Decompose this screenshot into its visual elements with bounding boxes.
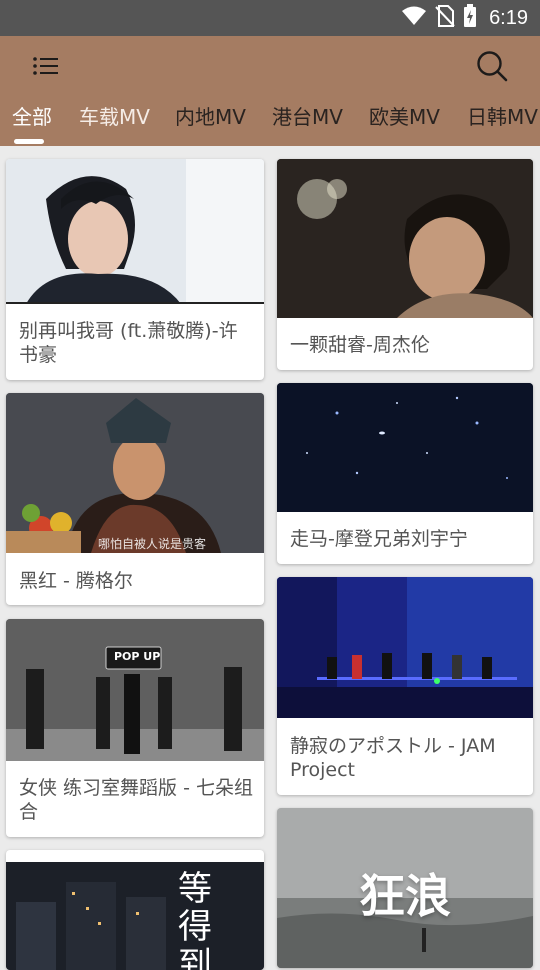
mv-title: 黑红 - 腾格尔 [19,570,133,592]
mv-thumbnail: 哪怕自被人说是贵客 [6,393,264,553]
status-icons: 6:19 [401,0,528,36]
tab-label: 车载MV [79,104,150,129]
tab-hk-tw-mv[interactable]: 港台MV [272,96,343,134]
battery-charging-icon [463,4,477,32]
thumbnail-title-text: 等得到 [178,869,212,970]
active-tab-indicator [14,139,44,144]
tab-label: 港台MV [272,104,343,129]
mv-card[interactable]: 静寂のアポストル - JAM Project [277,577,533,795]
search-icon [476,50,508,86]
search-button[interactable] [472,48,512,88]
mv-thumbnail [277,159,533,318]
category-tabs: 全部 车载MV 内地MV 港台MV 欧美MV 日韩MV [0,96,540,146]
status-bar: 6:19 [0,0,540,36]
mv-thumbnail [277,383,533,512]
mv-card[interactable]: 哪怕自被人说是贵客 黑红 - 腾格尔 [6,393,264,605]
mv-thumbnail: 等得到 [6,862,264,970]
mv-title: 别再叫我哥 (ft.萧敬腾)-许书豪 [19,320,238,366]
app-bar: 全部 车载MV 内地MV 港台MV 欧美MV 日韩MV [0,36,540,146]
tab-label: 全部 [12,104,52,129]
mv-card[interactable]: 别再叫我哥 (ft.萧敬腾)-许书豪 [6,159,264,380]
mv-card[interactable]: 一颗甜睿-周杰伦 [277,159,533,370]
thumbnail-caption: 哪怕自被人说是贵客 [98,537,207,551]
mv-title: 女侠 练习室舞蹈版 - 七朵组合 [19,777,253,823]
list-menu-icon [32,55,60,81]
thumbnail-logo: POP UP [114,650,161,663]
tab-label: 欧美MV [369,104,440,129]
tab-label: 内地MV [175,104,246,129]
tab-label: 日韩MV [467,104,538,129]
tab-jp-kr-mv[interactable]: 日韩MV [467,96,538,134]
mv-card[interactable]: 狂浪 [277,808,533,968]
mv-title: 静寂のアポストル - JAM Project [290,735,496,781]
menu-button[interactable] [26,52,66,84]
tab-all[interactable]: 全部 [12,96,52,144]
mv-title: 走马-摩登兄弟刘宇宁 [290,528,468,550]
mv-thumbnail [277,577,533,718]
status-time: 6:19 [489,6,528,29]
mv-card[interactable]: 走马-摩登兄弟刘宇宁 [277,383,533,564]
thumbnail-title-text: 狂浪 [359,869,451,923]
mv-thumbnail: 狂浪 [277,808,533,968]
mv-card[interactable]: POP UP 女侠 练习室舞蹈版 - 七朵组合 [6,619,264,837]
tab-car-mv[interactable]: 车载MV [79,96,150,134]
mv-title: 一颗甜睿-周杰伦 [290,334,430,356]
mv-thumbnail: POP UP [6,619,264,761]
tab-mainland-mv[interactable]: 内地MV [175,96,246,134]
mv-thumbnail [6,159,264,304]
no-sim-icon [435,5,455,31]
tab-western-mv[interactable]: 欧美MV [369,96,440,134]
mv-card[interactable]: 等得到 [6,850,264,970]
wifi-icon [401,6,427,30]
